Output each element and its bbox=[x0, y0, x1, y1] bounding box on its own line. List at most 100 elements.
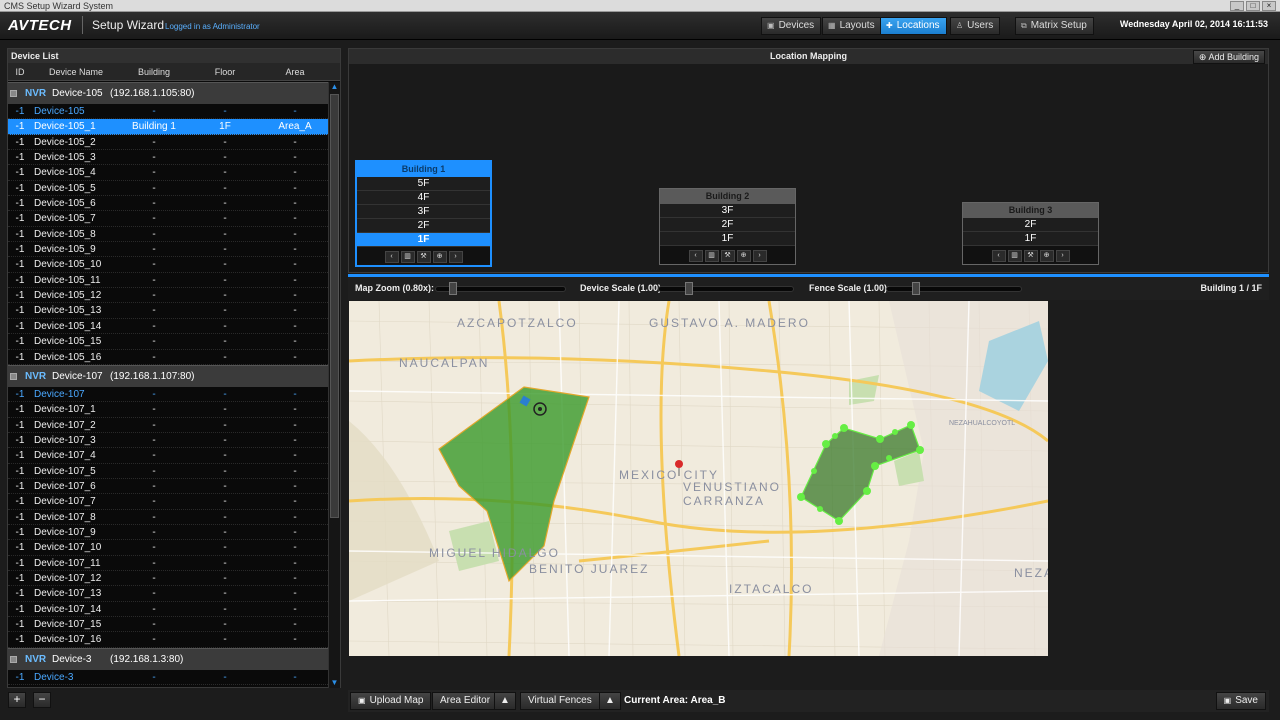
device-row[interactable]: -1 Device-105_9 - - - bbox=[8, 242, 328, 258]
device-row[interactable]: -1 Device-107_10 - - - bbox=[8, 540, 328, 556]
wrench-icon[interactable]: ⚒ bbox=[416, 251, 431, 263]
device-row[interactable]: -1 Device-105_10 - - - bbox=[8, 257, 328, 273]
minimize-icon[interactable]: _ bbox=[1230, 1, 1244, 11]
device-row[interactable]: -1 Device-105_11 - - - bbox=[8, 273, 328, 289]
device-row[interactable]: -1 Device-105_5 - - - bbox=[8, 181, 328, 197]
fence-scale-thumb[interactable] bbox=[912, 282, 920, 295]
device-row[interactable]: -1 Device-105_16 - - - bbox=[8, 350, 328, 365]
device-row[interactable]: -1 Device-107_6 - - - bbox=[8, 479, 328, 495]
trash-icon[interactable]: ▥ bbox=[1007, 250, 1022, 262]
device-list-scrollbar[interactable]: ▲ ▼ bbox=[328, 82, 340, 688]
col-device-name[interactable]: Device Name bbox=[34, 67, 118, 77]
device-row[interactable]: -1 Device-107_5 - - - bbox=[8, 464, 328, 479]
device-scale-thumb[interactable] bbox=[685, 282, 693, 295]
device-row[interactable]: -1 Device-105_4 - - - bbox=[8, 165, 328, 181]
device-row[interactable]: -1 Device-107_12 - - - bbox=[8, 571, 328, 587]
chevron-left-icon[interactable]: ‹ bbox=[384, 251, 399, 263]
trash-icon[interactable]: ▥ bbox=[400, 251, 415, 263]
chevron-left-icon[interactable]: ‹ bbox=[688, 250, 703, 262]
col-floor[interactable]: Floor bbox=[190, 67, 260, 77]
area-editor-dropdown[interactable]: ▲ bbox=[494, 692, 516, 710]
device-row[interactable]: -1 Device-107_4 - - - bbox=[8, 448, 328, 464]
device-row[interactable]: -1 Device-107_3 - - - bbox=[8, 433, 328, 449]
upload-map-button[interactable]: ▣ Upload Map bbox=[350, 692, 432, 710]
floor-item[interactable]: 3F bbox=[357, 205, 490, 219]
map-canvas[interactable]: AZCAPOTZALCO GUSTAVO A. MADERO NAUCALPAN… bbox=[349, 301, 1048, 656]
device-group-header[interactable]: NVR Device-105 (192.168.1.105:80) bbox=[8, 82, 328, 104]
device-row[interactable]: -1 Device-105_1 Building 1 1F Area_A bbox=[8, 119, 328, 135]
device-row[interactable]: -1 Device-107_15 - - - bbox=[8, 617, 328, 633]
building-card[interactable]: Building 3 2F 1F ‹ ▥ ⚒ ⊕ › bbox=[962, 202, 1099, 265]
device-group-header[interactable]: NVR Device-107 (192.168.1.107:80) bbox=[8, 364, 328, 387]
wrench-icon[interactable]: ⚒ bbox=[720, 250, 735, 262]
device-row[interactable]: -1 Device-105_2 - - - bbox=[8, 135, 328, 151]
building-card[interactable]: Building 1 5F 4F 3F 2F 1F ‹ ▥ ⚒ ⊕ › bbox=[355, 160, 492, 267]
save-button[interactable]: ▣ Save bbox=[1215, 692, 1266, 710]
fence-scale-slider[interactable] bbox=[886, 286, 1022, 292]
map-zoom-thumb[interactable] bbox=[449, 282, 457, 295]
col-id[interactable]: ID bbox=[8, 67, 32, 77]
floor-item[interactable]: 5F bbox=[357, 177, 490, 191]
nav-locations-button[interactable]: ✚ Locations bbox=[880, 17, 947, 35]
device-row[interactable]: -1 Device-107_13 - - - bbox=[8, 586, 328, 602]
floor-item[interactable]: 1F bbox=[357, 233, 490, 247]
device-row[interactable]: -1 Device-107 - - - bbox=[8, 387, 328, 403]
device-group-header[interactable]: NVR Device-3 (192.168.1.3:80) bbox=[8, 647, 328, 670]
device-row[interactable]: -1 Device-105_8 - - - bbox=[8, 227, 328, 243]
virtual-fences-dropdown[interactable]: ▲ bbox=[599, 692, 621, 710]
chevron-right-icon[interactable]: › bbox=[752, 250, 767, 262]
building-title[interactable]: Building 1 bbox=[357, 162, 490, 177]
floor-item[interactable]: 4F bbox=[357, 191, 490, 205]
device-row[interactable]: -1 Device-105_13 - - - bbox=[8, 303, 328, 319]
trash-icon[interactable]: ▥ bbox=[704, 250, 719, 262]
device-row[interactable]: -1 Device-107_7 - - - bbox=[8, 494, 328, 510]
area-editor-button[interactable]: Area Editor bbox=[432, 692, 499, 710]
device-row[interactable]: -1 Device-105_6 - - - bbox=[8, 196, 328, 212]
device-scale-slider[interactable] bbox=[658, 286, 794, 292]
device-row[interactable]: -1 Device-105 - - - bbox=[8, 104, 328, 120]
wrench-icon[interactable]: ⚒ bbox=[1023, 250, 1038, 262]
matrix-setup-button[interactable]: ⧉ Matrix Setup bbox=[1015, 17, 1094, 35]
device-row[interactable]: -1 Device-107_9 - - - bbox=[8, 525, 328, 541]
device-row[interactable]: -1 Device-105_3 - - - bbox=[8, 150, 328, 166]
chevron-left-icon[interactable]: ‹ bbox=[991, 250, 1006, 262]
device-row[interactable]: -1 Device-107_11 - - - bbox=[8, 556, 328, 571]
collapse-icon[interactable] bbox=[10, 655, 17, 663]
device-row[interactable]: -1 Device-105_7 - - - bbox=[8, 211, 328, 227]
close-icon[interactable]: × bbox=[1262, 1, 1276, 11]
scroll-up-icon[interactable]: ▲ bbox=[329, 82, 340, 92]
building-card[interactable]: Building 2 3F 2F 1F ‹ ▥ ⚒ ⊕ › bbox=[659, 188, 796, 265]
add-building-button[interactable]: ⊕ Add Building bbox=[1192, 50, 1265, 64]
chevron-right-icon[interactable]: › bbox=[448, 251, 463, 263]
remove-device-button[interactable]: − bbox=[33, 692, 51, 708]
add-circle-icon[interactable]: ⊕ bbox=[432, 251, 447, 263]
floor-item[interactable]: 2F bbox=[357, 219, 490, 233]
col-area[interactable]: Area bbox=[260, 67, 330, 77]
nav-layouts-button[interactable]: ▦ Layouts bbox=[822, 17, 882, 35]
device-row[interactable]: -1 Device-107_16 - - - bbox=[8, 632, 328, 648]
device-row[interactable]: -1 Device-107_2 - - - bbox=[8, 418, 328, 433]
nav-devices-button[interactable]: ▣ Devices bbox=[761, 17, 822, 35]
chevron-right-icon[interactable]: › bbox=[1055, 250, 1070, 262]
map-image[interactable]: AZCAPOTZALCO GUSTAVO A. MADERO NAUCALPAN… bbox=[349, 301, 1048, 656]
building-title[interactable]: Building 3 bbox=[963, 203, 1098, 218]
floor-item[interactable]: 3F bbox=[660, 204, 795, 218]
col-building[interactable]: Building bbox=[118, 67, 190, 77]
floor-item[interactable]: 2F bbox=[660, 218, 795, 232]
building-title[interactable]: Building 2 bbox=[660, 189, 795, 204]
device-row[interactable]: -1 Device-105_12 - - - bbox=[8, 288, 328, 304]
device-row[interactable]: -1 Device-107_14 - - - bbox=[8, 602, 328, 617]
device-row[interactable]: -1 Device-3 - - - bbox=[8, 670, 328, 686]
maximize-icon[interactable]: □ bbox=[1246, 1, 1260, 11]
device-row[interactable]: -1 Device-107_8 - - - bbox=[8, 510, 328, 525]
scroll-down-icon[interactable]: ▼ bbox=[329, 678, 340, 688]
floor-item[interactable]: 2F bbox=[963, 218, 1098, 232]
add-circle-icon[interactable]: ⊕ bbox=[736, 250, 751, 262]
virtual-fences-button[interactable]: Virtual Fences bbox=[520, 692, 600, 710]
nav-users-button[interactable]: ♙ Users bbox=[950, 17, 1001, 35]
add-circle-icon[interactable]: ⊕ bbox=[1039, 250, 1054, 262]
add-device-button[interactable]: + bbox=[8, 692, 26, 708]
floor-item[interactable]: 1F bbox=[963, 232, 1098, 246]
collapse-icon[interactable] bbox=[10, 372, 17, 380]
device-row[interactable]: -1 Device-105_14 - - - bbox=[8, 319, 328, 335]
